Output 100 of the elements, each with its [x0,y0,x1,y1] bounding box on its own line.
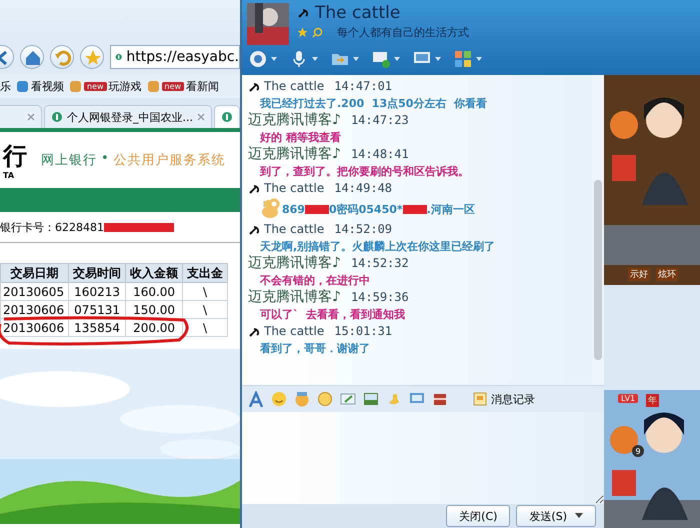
year-badge: 年 [646,394,659,407]
message-input[interactable] [242,412,604,504]
hammer-sickle-icon [248,80,260,92]
address-bar[interactable]: https://easyabc. [110,45,240,69]
sender-name: The cattle [264,323,324,340]
bookmark-link[interactable]: 乐 [0,78,11,94]
hammer-sickle-icon [248,182,260,194]
table-cell: 135854 [68,318,126,336]
browser-tab[interactable] [214,105,240,128]
bookmark-link[interactable]: new 玩游戏 [69,78,142,94]
message-time: 14:52:32 [350,255,409,272]
column-header: 交易日期 [0,264,69,282]
image-icon[interactable] [363,391,379,407]
logo-text: 行 [3,140,27,171]
sender-name: The cattle [264,180,324,197]
hammer-sickle-icon [297,7,309,19]
sender-name: 迈克腾讯博客♪ [248,255,341,272]
message-time: 14:49:48 [334,180,392,197]
message-time: 14:59:36 [350,289,409,306]
contact-signature: 每个人都有自己的生活方式 [337,25,469,40]
gift-box-icon[interactable] [432,391,448,407]
star-icon [297,27,308,38]
tab-title: 个人网银登录_中国农业... [67,110,193,124]
sender-name: The cattle [264,78,324,95]
bookmark-icon [69,80,82,92]
close-icon[interactable] [27,113,35,121]
bank-title: 网上银行 [41,152,97,169]
message-time: 14:47:23 [350,112,409,129]
bookmark-icon [16,80,29,92]
bookmark-link[interactable]: 看视频 [16,78,64,94]
pen-icon[interactable] [340,391,356,407]
card-number-label: 银行卡号： [0,220,55,234]
message-text: 可以了` 去看看，看到通知我 [259,307,406,323]
smiley-icon[interactable] [271,391,287,407]
card-number: 6228481 [55,220,104,234]
home-button[interactable] [20,45,44,69]
bookmark-icon [146,80,160,92]
sender-name: 迈克腾讯博客♪ [248,289,341,306]
sender-name: 迈克腾讯博客♪ [248,146,341,163]
webcam-icon [248,49,268,69]
site-icon [221,111,233,123]
site-icon [51,111,63,123]
message-text: 0密码05450* [328,202,403,218]
message-text: 看到了，哥哥．谢谢了 [258,341,370,357]
redaction-mark [402,204,427,214]
column-header: 收入金额 [126,264,183,282]
url-text: https://easyabc. [126,49,239,65]
logo-subtext: TA [3,170,16,180]
scrollbar[interactable] [592,75,604,385]
message-time: 15:01:31 [334,323,392,340]
level-badge: LV1 [618,394,638,403]
message-time: 14:52:09 [334,221,392,238]
hammer-sickle-icon [248,326,260,338]
message-history-button[interactable]: 消息记录 [473,392,535,406]
message-text: 不会有错的，在进行中 [259,273,370,289]
table-cell: 200.00 [126,318,183,336]
dropdown-icon [575,513,583,519]
table-cell: 20130605 [0,282,69,300]
table-cell: \ [182,282,228,300]
apps-icon [453,49,473,69]
redaction-mark [304,204,329,214]
undo-button[interactable] [50,45,74,69]
hammer-sickle-icon [248,224,260,236]
sender-name: 迈克腾讯博客♪ [248,112,341,129]
show-action-link[interactable]: 示好 [628,268,650,281]
contact-name: The cattle [315,3,400,23]
close-icon[interactable] [197,113,205,121]
browser-tab[interactable]: 个人网银登录_中国农业... [44,105,212,128]
message-text: 到了，查到了。把你要刷的号和区告诉我。 [258,164,469,180]
table-cell: \ [182,300,228,318]
message-text: 869 [282,202,305,218]
table-cell: 20130606 [0,300,69,318]
show-action-link[interactable]: 炫环 [656,268,678,281]
font-icon[interactable] [248,391,264,407]
message-text: 我已经打过去了.200 13点50分左右 你看看 [258,96,488,112]
close-button[interactable]: 关闭(C) [446,505,510,527]
table-cell: 20130606 [0,318,69,336]
table-cell: \ [182,318,228,336]
sender-name: The cattle [264,221,324,238]
message-text: .河南一区 [426,202,475,218]
webcam-tool[interactable] [248,49,277,69]
message-time: 14:48:41 [350,146,409,163]
table-cell: 160.00 [126,282,183,300]
table-cell: 160213 [68,282,126,300]
column-header: 支出金 [182,264,228,282]
message-text: 天龙啊,别搞错了。火麒麟上次在你这里已经刷了 [259,239,496,255]
system-title: 公共用户服务系统 [114,152,226,169]
bookmark-link[interactable]: new 看新闻 [146,78,220,94]
chat-add-icon [371,49,391,69]
message-time: 14:47:01 [334,78,392,95]
title-separator: • [101,151,110,168]
send-button[interactable]: 发送(S) [516,505,596,527]
apps-tool[interactable] [453,49,482,69]
status-icon [312,27,323,38]
message-text: 好的 稍等我查看 [258,130,341,146]
new-badge: new [84,82,107,90]
emoticon-icon[interactable] [317,391,333,407]
chat-add-tool[interactable] [371,49,400,69]
star-button[interactable] [80,45,104,69]
new-badge: new [162,82,184,90]
